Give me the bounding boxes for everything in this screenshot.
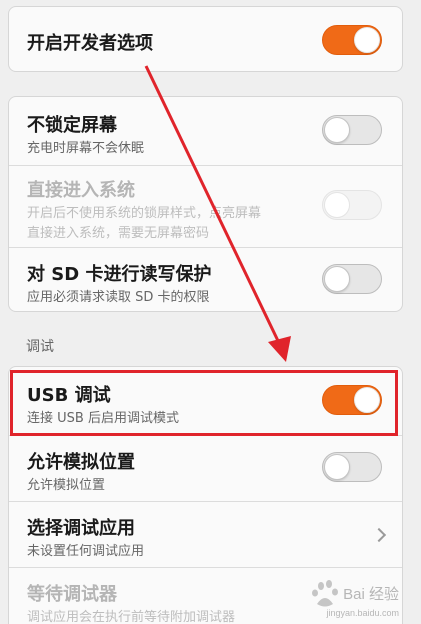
dev-options-card: 开启开发者选项 xyxy=(8,6,403,72)
debug-app-title: 选择调试应用 xyxy=(27,518,135,539)
toggle-knob xyxy=(324,266,350,292)
mock-location-subtitle: 允许模拟位置 xyxy=(27,478,106,493)
direct-enter-toggle xyxy=(322,190,382,220)
usb-debug-title: USB 调试 xyxy=(27,385,111,406)
sd-protect-row[interactable]: 对 SD 卡进行读写保护 应用必须请求读取 SD 卡的权限 xyxy=(9,247,402,311)
debug-app-subtitle: 未设置任何调试应用 xyxy=(27,544,145,559)
mock-location-toggle[interactable] xyxy=(322,452,382,482)
keep-screen-on-title: 不锁定屏幕 xyxy=(27,115,117,136)
wait-debugger-title: 等待调试器 xyxy=(27,584,117,605)
sd-protect-toggle[interactable] xyxy=(322,264,382,294)
debug-section-label: 调试 xyxy=(26,339,54,355)
usb-debug-subtitle: 连接 USB 后启用调试模式 xyxy=(27,411,179,426)
mock-location-title: 允许模拟位置 xyxy=(27,452,135,473)
direct-enter-subtitle: 开启后不使用系统的锁屏样式，点亮屏幕 xyxy=(27,206,262,221)
watermark-url: jingyan.baidu.com xyxy=(326,608,399,618)
toggle-knob xyxy=(324,454,350,480)
mock-location-row[interactable]: 允许模拟位置 允许模拟位置 xyxy=(9,435,402,501)
chevron-right-icon xyxy=(371,527,387,543)
display-options-card: 不锁定屏幕 充电时屏幕不会休眠 直接进入系统 开启后不使用系统的锁屏样式，点亮屏… xyxy=(8,96,403,312)
toggle-knob xyxy=(354,387,380,413)
direct-enter-row: 直接进入系统 开启后不使用系统的锁屏样式，点亮屏幕 直接进入系统，需要无屏幕密码 xyxy=(9,165,402,247)
direct-enter-title: 直接进入系统 xyxy=(27,180,135,201)
debug-app-row[interactable]: 选择调试应用 未设置任何调试应用 xyxy=(9,501,402,567)
usb-debug-row[interactable]: USB 调试 连接 USB 后启用调试模式 xyxy=(9,367,402,435)
dev-options-toggle[interactable] xyxy=(322,25,382,55)
watermark-text: Bai 经验 xyxy=(343,586,399,603)
dev-options-row[interactable]: 开启开发者选项 xyxy=(9,7,402,71)
direct-enter-subtitle-2: 直接进入系统，需要无屏幕密码 xyxy=(27,226,210,241)
keep-screen-on-toggle[interactable] xyxy=(322,115,382,145)
keep-screen-on-row[interactable]: 不锁定屏幕 充电时屏幕不会休眠 xyxy=(9,97,402,165)
toggle-knob xyxy=(324,192,350,218)
annotation-arrow-head xyxy=(268,336,291,362)
usb-debug-toggle[interactable] xyxy=(322,385,382,415)
toggle-knob xyxy=(354,27,380,53)
toggle-knob xyxy=(324,117,350,143)
dev-options-title: 开启开发者选项 xyxy=(27,33,153,54)
keep-screen-on-subtitle: 充电时屏幕不会休眠 xyxy=(27,141,145,156)
sd-protect-subtitle: 应用必须请求读取 SD 卡的权限 xyxy=(27,290,210,305)
sd-protect-title: 对 SD 卡进行读写保护 xyxy=(27,264,212,285)
wait-debugger-subtitle: 调试应用会在执行前等待附加调试器 xyxy=(27,610,236,624)
